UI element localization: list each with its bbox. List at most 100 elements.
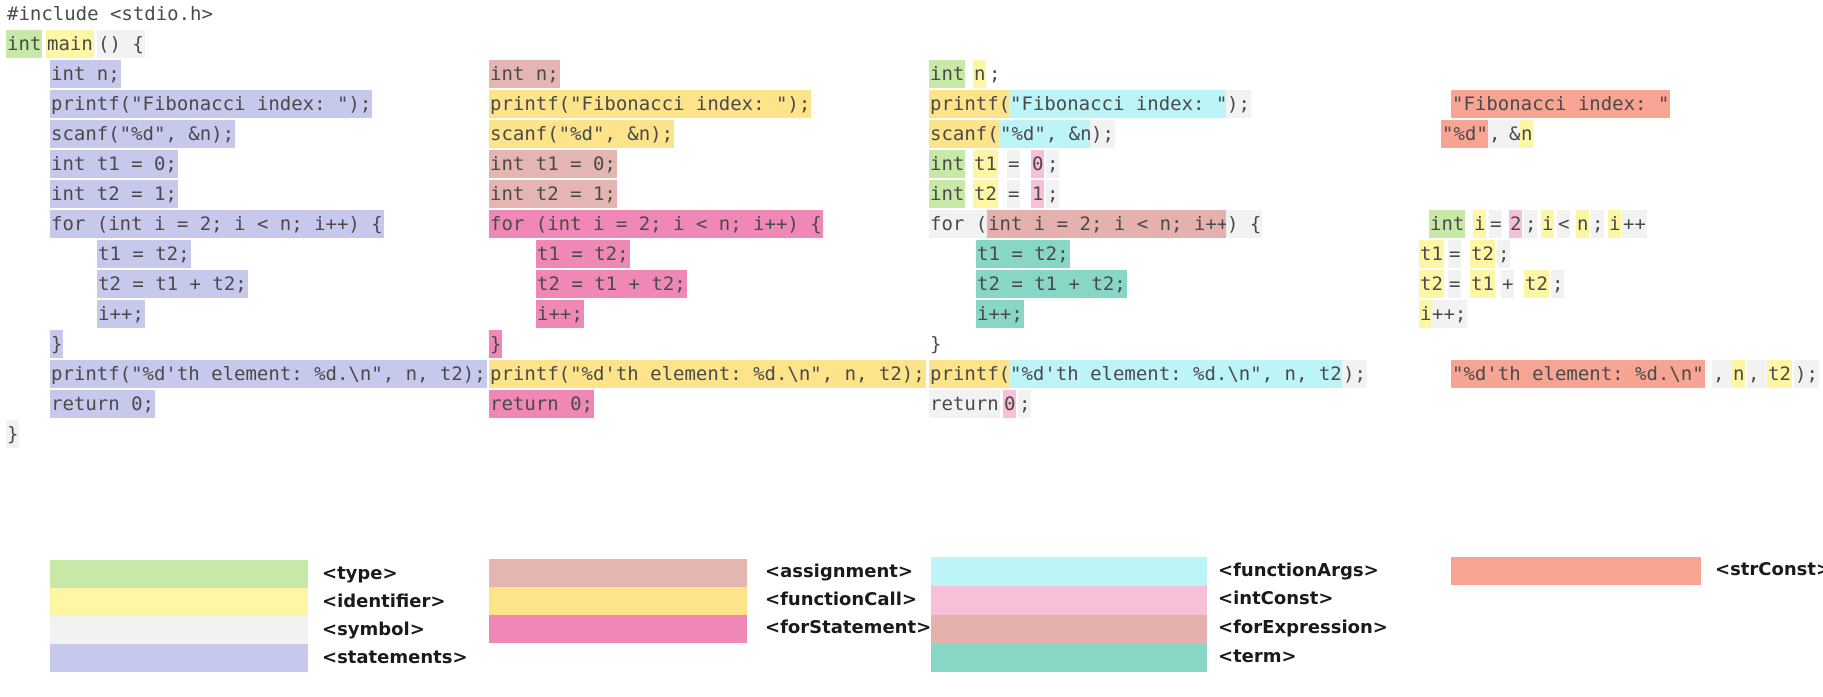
code-token-statement-parts: t1 = t2; [976,240,1070,268]
legend-swatch [931,644,1207,672]
code-token-leaf-tokens: int [1429,210,1466,238]
code-token-statements: printf("Fibonacci index: "); [50,90,373,118]
legend-label: <assignment> [765,561,913,582]
code-token-leaf-tokens: ; [1591,210,1605,238]
code-token-statement-parts: int [929,180,966,208]
legend-label: <identifier> [322,591,446,612]
code-token-statements: t2 = t1 + t2; [97,270,248,298]
code-token-leaf-tokens: i [1473,210,1487,238]
code-token-statements: i++; [97,300,145,328]
code-token-statements: for (int i = 2; i < n; i++) { [50,210,384,238]
code-token-statement-parts: = [1007,150,1021,178]
code-token-statement-kinds: int t1 = 0; [489,150,617,178]
code-token-leaf-tokens: "%d" [1441,120,1489,148]
code-token-statement-parts: int [929,150,966,178]
code-token-statement-parts: printf( [929,90,1012,118]
code-token-statement-parts: ; [989,63,1001,85]
code-token-leaf-tokens: n [1520,120,1534,148]
legend-label: <strConst> [1715,559,1823,580]
code-token-statements: return 0; [50,390,155,418]
code-token-statement-kinds: return 0; [489,390,594,418]
code-token-statement-kinds: int n; [489,60,560,88]
legend-swatch [489,615,747,643]
code-token-statement-parts: t2 = t1 + t2; [976,270,1127,298]
code-token-leaf-tokens: = [1489,210,1503,238]
code-token-leaf-tokens: ; [1497,240,1511,268]
code-token-statement-parts: 1 [1031,180,1045,208]
code-token-statement-kinds: printf("Fibonacci index: "); [489,90,812,118]
code-token-source: () { [97,30,145,58]
legend-label: <statements> [322,647,468,668]
code-token-leaf-tokens: ++; [1431,300,1468,328]
code-token-statement-parts: i++; [976,300,1024,328]
code-token-statement-parts: ; [1046,150,1060,178]
code-token-leaf-tokens: t2 [1470,240,1495,268]
code-token-statement-parts: scanf( [929,120,1000,148]
code-token-statements: int t1 = 0; [50,150,178,178]
legend-swatch [50,644,308,672]
code-token-leaf-tokens: t2 [1419,270,1444,298]
code-token-statement-parts: "%d'th element: %d.\n", n, t2 [1009,360,1343,388]
code-token-statements: int t2 = 1; [50,180,178,208]
fibonacci-parse-diagram: { "colors": { "type": "#c7e8a6", "identi… [0,0,1823,697]
legend-swatch [931,557,1207,586]
legend-swatch [50,616,308,644]
legend-label: <symbol> [322,619,425,640]
code-token-statement-parts: n [973,60,987,88]
code-token-leaf-tokens: + [1501,270,1515,298]
code-token-statement-parts: 0 [1031,150,1045,178]
code-token-statement-parts: int [929,60,966,88]
legend-swatch [489,587,747,615]
code-token-statement-parts: printf( [929,360,1012,388]
code-token-leaf-tokens: "%d'th element: %d.\n" [1451,360,1705,388]
code-token-leaf-tokens: i [1541,210,1555,238]
code-token-statement-kinds: } [489,330,503,358]
code-token-statement-kinds: int t2 = 1; [489,180,617,208]
code-token-statement-kinds: scanf("%d", &n); [489,120,675,148]
code-token-leaf-tokens: t1 [1470,270,1495,298]
legend-label: <functionCall> [765,589,917,610]
code-token-leaf-tokens: ; [1551,270,1565,298]
code-token-statement-kinds: i++; [536,300,584,328]
legend-swatch [931,615,1207,644]
legend-label: <forStatement> [765,617,932,638]
code-token-statement-parts: ); [1342,360,1367,388]
code-token-leaf-tokens: t2 [1767,360,1792,388]
code-token-leaf-tokens: ++ [1622,210,1647,238]
code-token-leaf-tokens: "Fibonacci index: " [1451,90,1671,118]
code-token-leaf-tokens: n [1576,210,1590,238]
code-token-statement-parts: return [929,390,1000,418]
legend-swatch [50,588,308,616]
code-token-leaf-tokens: n [1732,360,1746,388]
legend-swatch [489,559,747,587]
code-token-statement-parts: ; [1018,390,1032,418]
code-token-statement-kinds: for (int i = 2; i < n; i++) { [489,210,823,238]
code-token-statement-parts: ); [1226,90,1251,118]
legend-swatch [50,560,308,588]
code-token-statements: printf("%d'th element: %d.\n", n, t2); [50,360,487,388]
code-token-statement-kinds: t1 = t2; [536,240,630,268]
legend-label: <forExpression> [1218,617,1388,638]
code-token-statement-parts: for ( [929,210,989,238]
legend-label: <functionArgs> [1218,560,1379,581]
code-token-statement-parts: t1 [973,150,998,178]
code-token-statement-parts: ; [1046,180,1060,208]
code-token-leaf-tokens: ; [1524,210,1538,238]
code-token-leaf-tokens: ); [1794,360,1819,388]
code-token-leaf-tokens: 2 [1509,210,1523,238]
code-token-statement-parts: int i = 2; i < n; i++ [987,210,1230,238]
code-token-statements: } [50,330,64,358]
code-token-source: int [6,30,43,58]
code-token-statement-parts: "Fibonacci index: " [1009,90,1229,118]
legend-label: <type> [322,563,398,584]
code-token-leaf-tokens: = [1448,240,1462,268]
code-token-statement-parts: } [930,333,942,355]
code-token-statement-parts: "%d", &n [999,120,1093,148]
code-token-leaf-tokens: i [1608,210,1622,238]
code-token-statement-parts: t2 [973,180,998,208]
code-token-statements: int n; [50,60,121,88]
code-token-statement-parts: = [1007,180,1021,208]
code-token-statement-kinds: t2 = t1 + t2; [536,270,687,298]
code-token-statement-parts: ); [1090,120,1115,148]
code-token-leaf-tokens: = [1448,270,1462,298]
